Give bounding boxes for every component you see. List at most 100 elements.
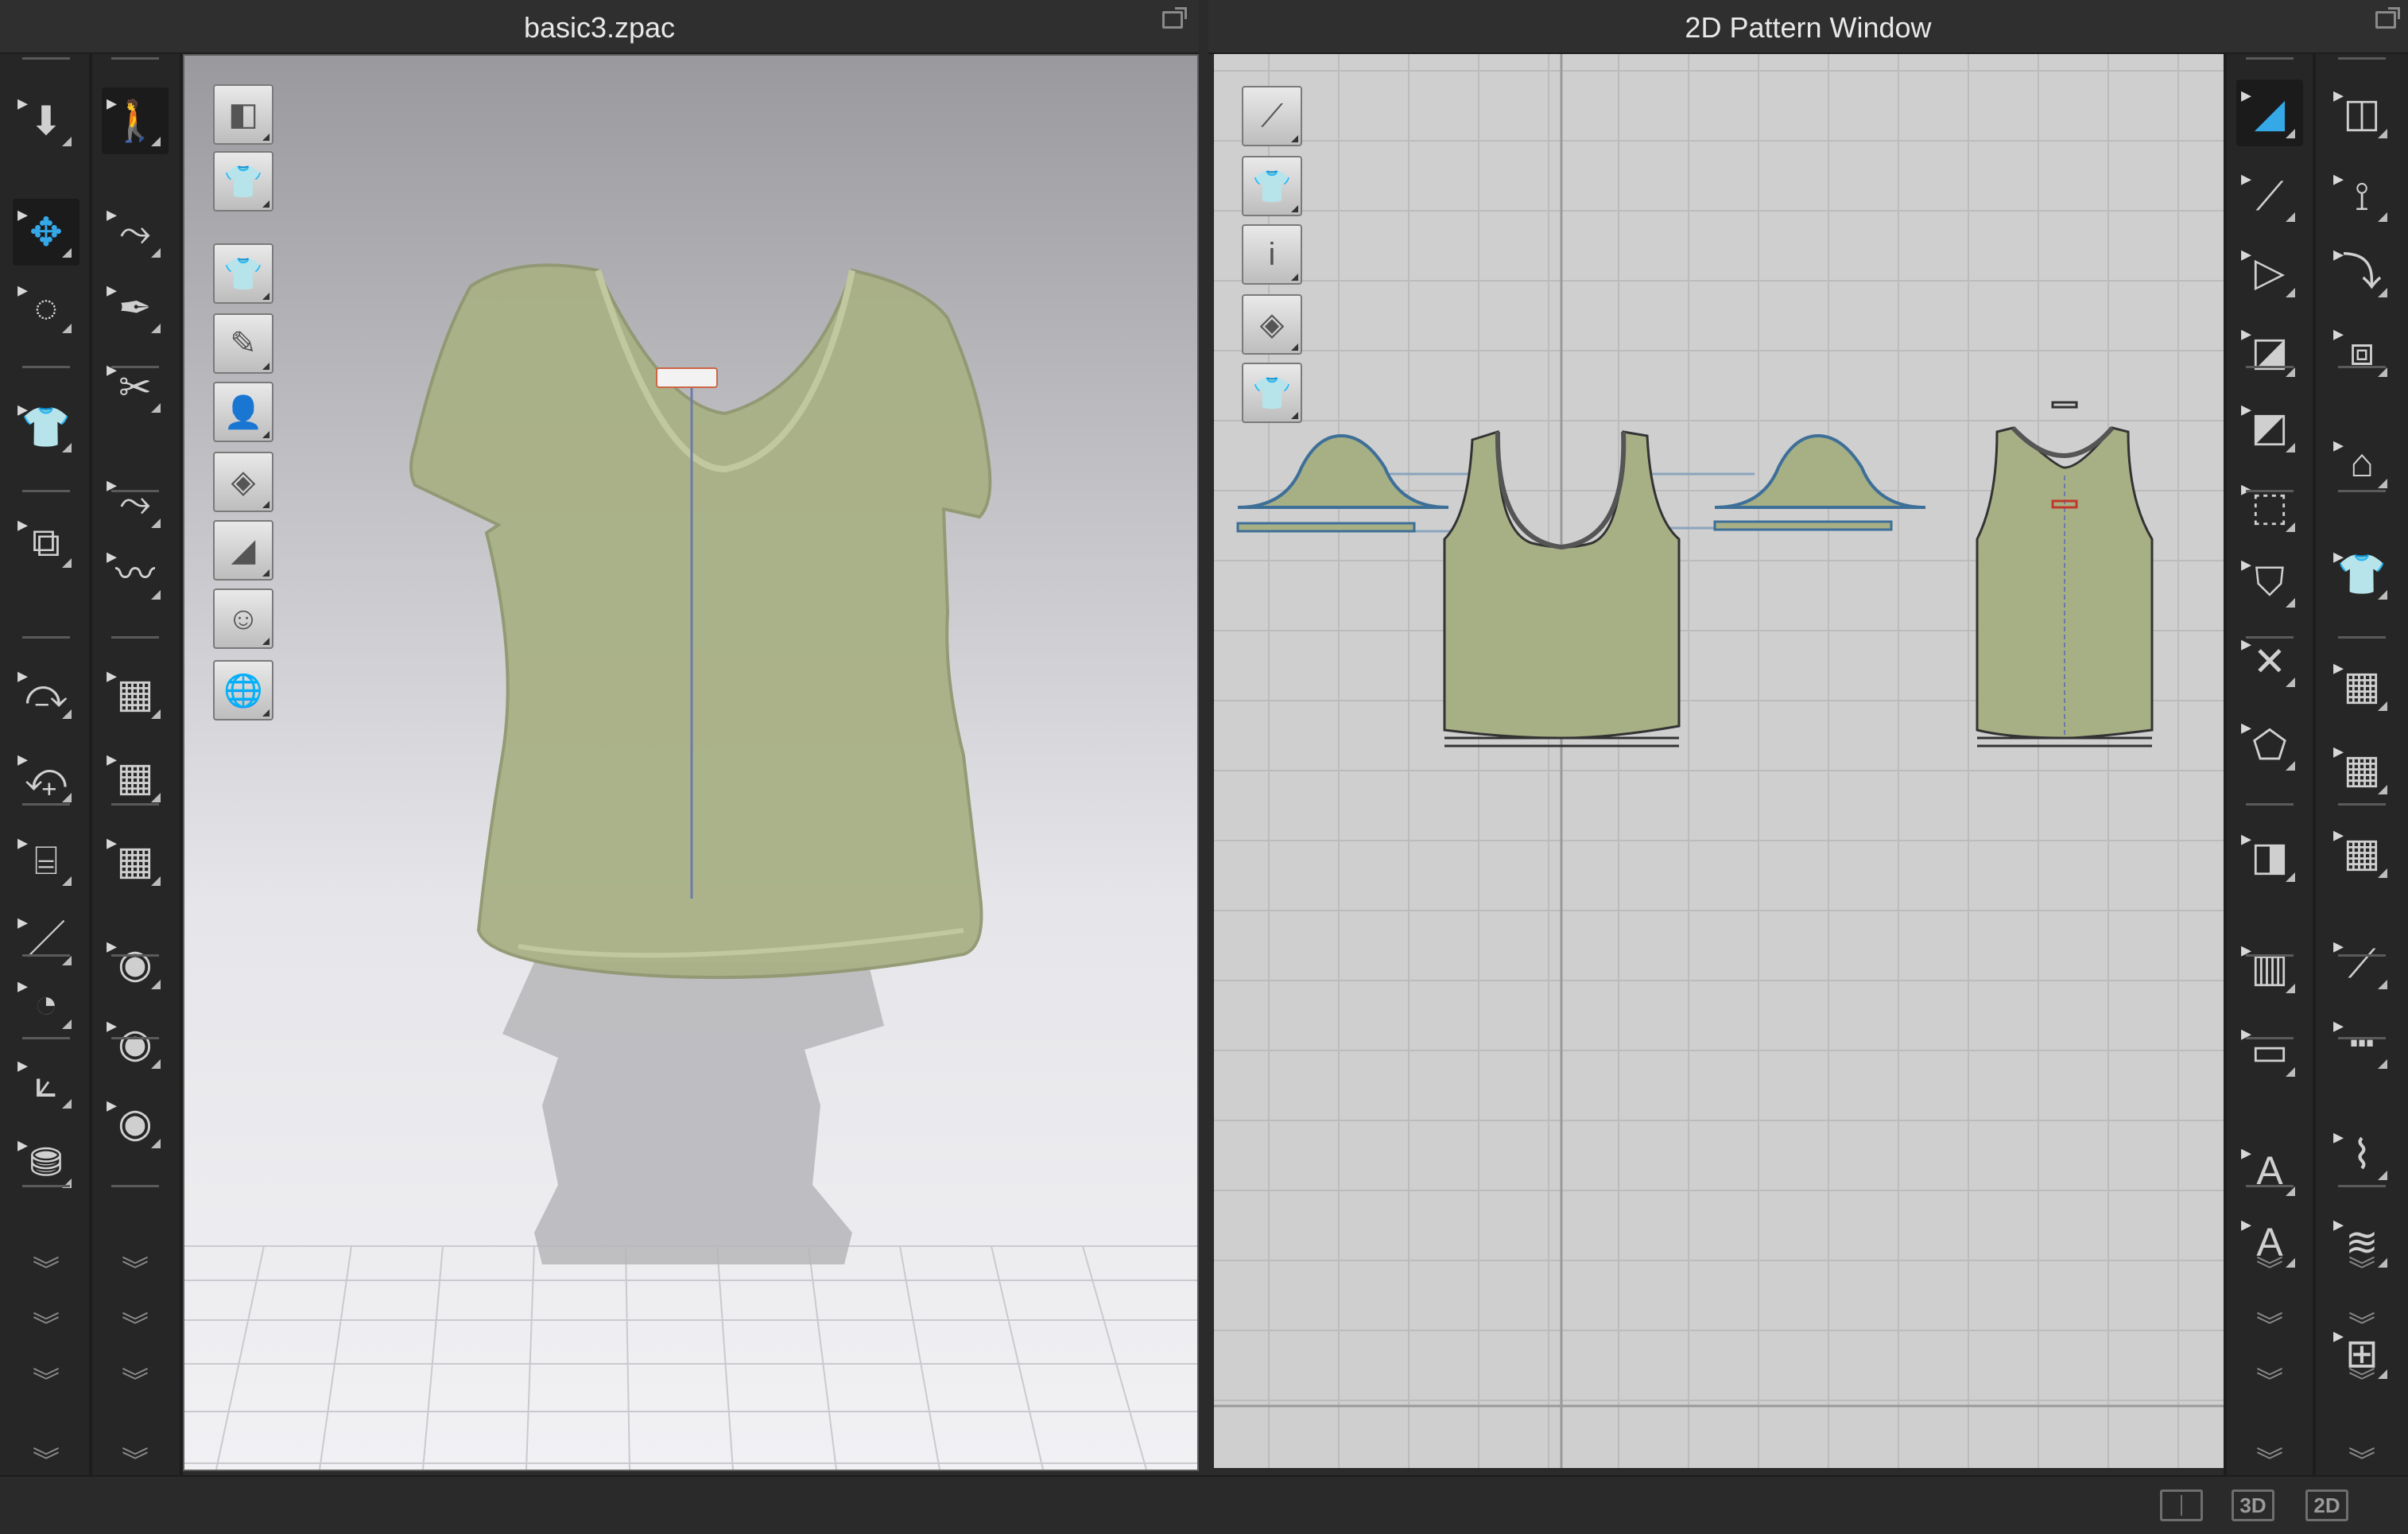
expand-chevron-icon[interactable]: ︾ bbox=[102, 1304, 169, 1343]
rectangle-tool[interactable]: ◩ ▸ bbox=[2236, 394, 2303, 460]
2d-view-button[interactable]: 2D bbox=[2305, 1489, 2348, 1521]
fabric-render-toggle[interactable]: ◈ bbox=[213, 452, 273, 512]
show-garment-toggle[interactable]: 👕 bbox=[213, 243, 273, 304]
show-pins-toggle[interactable]: ✎ bbox=[213, 313, 273, 374]
expand-chevron-icon[interactable]: ︾ bbox=[13, 1249, 79, 1287]
surface-toggle[interactable]: ◢ bbox=[213, 520, 273, 581]
segment-sewing-tool[interactable]: ⟋ ▸ bbox=[2329, 930, 2395, 997]
fold-arrangement-tool[interactable]: ⧉ ▸ bbox=[13, 509, 79, 576]
expand-chevron-icon[interactable]: ︾ bbox=[102, 1439, 169, 1478]
3d-view-button[interactable]: 3D bbox=[2232, 1489, 2274, 1521]
grading-tool[interactable]: ◨ ▸ bbox=[2236, 823, 2303, 890]
expand-chevron-icon[interactable]: ︾ bbox=[2329, 1304, 2395, 1343]
trace-tool[interactable]: ⬠ ▸ bbox=[2236, 712, 2303, 779]
checker-shirt-tool[interactable]: ▦ ▸ bbox=[102, 827, 169, 894]
iron-tool[interactable]: ⌂ ▸ bbox=[2329, 429, 2395, 496]
add-point-tool[interactable]: ⟟ ▸ bbox=[2329, 163, 2395, 230]
tack-tool[interactable]: ⤼ ▸ bbox=[13, 660, 79, 727]
toolbar-separator bbox=[2246, 490, 2294, 492]
lasso-select-tool[interactable]: ◌ ▸ bbox=[13, 274, 79, 341]
expand-chevron-icon[interactable]: ︾ bbox=[2236, 1304, 2303, 1343]
toolbar-separator bbox=[22, 954, 70, 957]
shape-edit-tool[interactable]: ⤳ ▸ bbox=[102, 469, 169, 536]
expand-chevron-icon[interactable]: ︾ bbox=[102, 1249, 169, 1287]
steam-tool[interactable]: ◔ ▸ bbox=[13, 970, 79, 1037]
split-view-button[interactable] bbox=[2160, 1489, 2203, 1521]
expand-chevron-icon[interactable]: ︾ bbox=[13, 1439, 79, 1478]
simulation-tool[interactable]: ⬇ ▸ bbox=[13, 87, 79, 154]
pen-tool[interactable]: ／ ▸ bbox=[13, 907, 79, 973]
texture-2d-transform-tool[interactable]: ▦ ▸ bbox=[2329, 736, 2395, 802]
window-3d-titlebar: basic3.zpac bbox=[0, 0, 1199, 54]
popout-2d-icon[interactable] bbox=[2375, 7, 2400, 29]
texture-transform-tool[interactable]: ▦ ▸ bbox=[102, 744, 169, 810]
fold-pattern-tool[interactable]: 👕 ▸ bbox=[2329, 541, 2395, 608]
3d-pen-tool[interactable]: ✒ ▸ bbox=[102, 274, 169, 341]
elastic-tool[interactable]: ⌇ ▸ bbox=[2329, 1121, 2395, 1188]
3d-viewport[interactable] bbox=[183, 54, 1199, 1471]
select-move-tool[interactable]: ✥ ▸ bbox=[13, 199, 79, 266]
avatar-skin-toggle[interactable]: ☺ bbox=[213, 588, 273, 649]
garment-tool[interactable]: 👕 ▸ bbox=[13, 394, 79, 460]
2d-pattern-canvas[interactable] bbox=[1214, 54, 2224, 1468]
lock-pattern-toggle[interactable]: 👕 bbox=[1242, 363, 1302, 423]
edit-pattern-3d-tool[interactable]: ⤳ ▸ bbox=[102, 199, 169, 266]
cursor-badge-icon: ▸ bbox=[17, 512, 29, 536]
texture-edit-tool[interactable]: ▦ ▸ bbox=[102, 660, 169, 727]
cut-tool[interactable]: ✂ ▸ bbox=[102, 354, 169, 421]
sewing-machine-tool[interactable]: ⌸ ▸ bbox=[13, 827, 79, 894]
tape-tool[interactable]: ▭ ▸ bbox=[2236, 1018, 2303, 1085]
cursor-badge-icon: ▸ bbox=[107, 202, 118, 226]
show-seamline-toggle[interactable]: ⟋ bbox=[1242, 86, 1302, 146]
submenu-corner-icon bbox=[2378, 212, 2387, 222]
expand-chevron-icon[interactable]: ︾ bbox=[2329, 1249, 2395, 1287]
3d-scene[interactable] bbox=[184, 56, 1197, 1470]
expand-chevron-icon[interactable]: ︾ bbox=[2236, 1249, 2303, 1287]
texture-2d-tool[interactable]: ▦ ▸ bbox=[2329, 652, 2395, 719]
tack-on-avatar-icon: ⤽ bbox=[25, 755, 68, 799]
view-box-toggle[interactable]: ◧ bbox=[213, 84, 273, 145]
seam-tool[interactable]: ⧈ ▸ bbox=[2329, 318, 2395, 385]
popout-3d-icon[interactable] bbox=[1162, 7, 1187, 29]
ruler-tool[interactable]: ▥ ▸ bbox=[2236, 934, 2303, 1001]
expand-chevron-icon[interactable]: ︾ bbox=[13, 1360, 79, 1399]
submenu-corner-icon bbox=[2286, 984, 2295, 993]
curve-edit-icon: 〰 bbox=[115, 552, 155, 596]
text-tool[interactable]: A ▸ bbox=[2236, 1137, 2303, 1204]
fabric-view-toggle[interactable]: ◈ bbox=[1242, 294, 1302, 355]
expand-chevron-icon[interactable]: ︾ bbox=[2329, 1439, 2395, 1478]
info-toggle[interactable]: i bbox=[1242, 224, 1302, 285]
expand-chevron-icon[interactable]: ︾ bbox=[2329, 1360, 2395, 1399]
expand-chevron-icon[interactable]: ︾ bbox=[13, 1304, 79, 1343]
walk-tool[interactable]: 🚶 ▸ bbox=[102, 87, 169, 154]
edit-curvature-tool[interactable]: ▷ ▸ bbox=[2236, 239, 2303, 305]
2d-pattern-viewport[interactable] bbox=[1214, 54, 2224, 1468]
toolbar-separator bbox=[2338, 490, 2386, 492]
curve-edit-tool[interactable]: 〰 ▸ bbox=[102, 541, 169, 608]
expand-chevron-icon[interactable]: ︾ bbox=[102, 1360, 169, 1399]
polygon-tool[interactable]: ◪ ▸ bbox=[2236, 318, 2303, 385]
edit-point-icon: ⟋ bbox=[2255, 174, 2284, 219]
environment-toggle[interactable]: 🌐 bbox=[213, 660, 273, 720]
show-avatar-toggle[interactable]: 👤 bbox=[213, 382, 273, 442]
checker-2d-tool[interactable]: ▦ ▸ bbox=[2329, 819, 2395, 886]
dart-tool[interactable]: ⛉ ▸ bbox=[2236, 549, 2303, 616]
internal-polygon-tool[interactable]: ⬚ ▸ bbox=[2236, 473, 2303, 540]
free-sewing-tool[interactable]: ┅ ▸ bbox=[2329, 1010, 2395, 1077]
submenu-corner-icon bbox=[262, 134, 269, 141]
transform-pattern-tool[interactable]: ◢ ▸ bbox=[2236, 80, 2303, 146]
edit-point-alt-tool[interactable]: ◫ ▸ bbox=[2329, 80, 2395, 146]
edit-point-tool[interactable]: ⟋ ▸ bbox=[2236, 163, 2303, 230]
button-tool[interactable]: ◉ ▸ bbox=[102, 930, 169, 997]
expand-chevron-icon[interactable]: ︾ bbox=[2236, 1360, 2303, 1399]
curve-point-tool[interactable]: ⤵ ▸ bbox=[2329, 239, 2395, 305]
cursor-badge-icon: ▸ bbox=[2333, 544, 2344, 568]
buttonhole-tool[interactable]: ◉ ▸ bbox=[102, 1010, 169, 1077]
tack-on-avatar-tool[interactable]: ⤽ ▸ bbox=[13, 744, 79, 810]
view-shirt-toggle[interactable]: 👕 bbox=[213, 151, 273, 212]
submenu-corner-icon bbox=[262, 638, 269, 645]
lock-button-tool[interactable]: ◉ ▸ bbox=[102, 1089, 169, 1156]
show-pattern-toggle[interactable]: 👕 bbox=[1242, 156, 1302, 216]
expand-chevron-icon[interactable]: ︾ bbox=[2236, 1439, 2303, 1478]
fold-tool[interactable]: ⟀ ▸ bbox=[13, 1050, 79, 1117]
